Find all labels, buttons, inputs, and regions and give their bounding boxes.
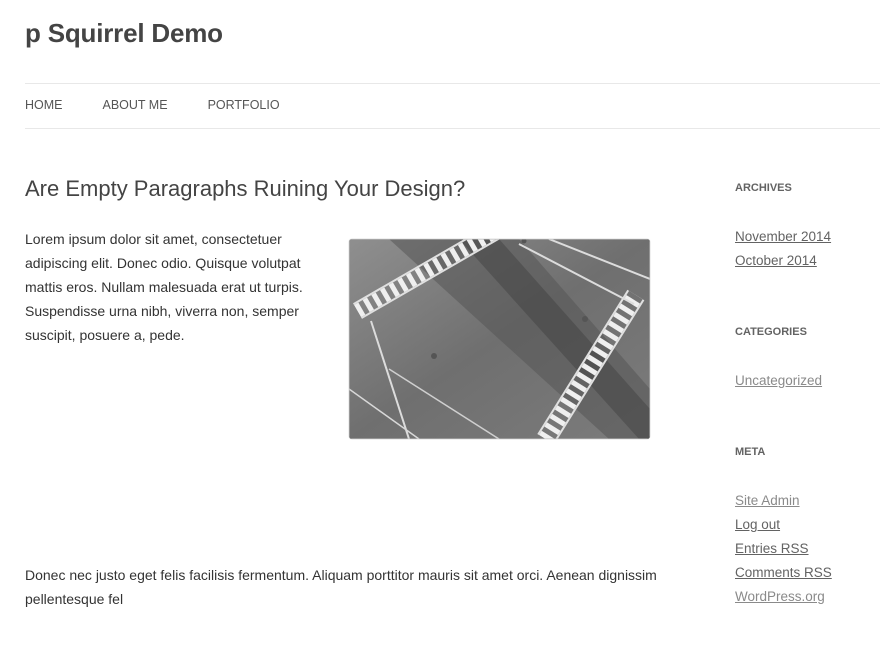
meta-list: Site Admin Log out Entries RSS Comments … bbox=[735, 489, 832, 609]
archive-link-november-2014[interactable]: November 2014 bbox=[735, 229, 831, 244]
archive-link-october-2014[interactable]: October 2014 bbox=[735, 253, 817, 268]
meta-item: Log out bbox=[735, 513, 832, 537]
meta-link-site-admin[interactable]: Site Admin bbox=[735, 493, 800, 508]
main-navigation: HOME ABOUT ME PORTFOLIO bbox=[25, 97, 320, 113]
site-title[interactable]: p Squirrel Demo bbox=[25, 18, 223, 49]
meta-link-comments-rss[interactable]: Comments RSS bbox=[735, 565, 832, 580]
post-paragraph-2: Donec nec justo eget felis facilisis fer… bbox=[25, 567, 657, 607]
meta-widget-title: META bbox=[735, 446, 766, 458]
categories-widget-title: CATEGORIES bbox=[735, 326, 807, 338]
post-paragraph-1: Lorem ipsum dolor sit amet, consectetuer… bbox=[25, 231, 303, 343]
nav-item-portfolio[interactable]: PORTFOLIO bbox=[208, 97, 280, 113]
archive-item: November 2014 bbox=[735, 225, 831, 249]
crosswalk-photo bbox=[349, 239, 650, 439]
crosswalk-photo-image bbox=[349, 239, 650, 439]
meta-link-wordpress-org[interactable]: WordPress.org bbox=[735, 589, 825, 604]
meta-item: Site Admin bbox=[735, 489, 832, 513]
meta-link-entries-rss[interactable]: Entries RSS bbox=[735, 541, 809, 556]
nav-item-home[interactable]: HOME bbox=[25, 97, 63, 113]
category-link-uncategorized[interactable]: Uncategorized bbox=[735, 373, 822, 388]
meta-item: WordPress.org bbox=[735, 585, 832, 609]
archive-item: October 2014 bbox=[735, 249, 831, 273]
meta-item: Comments RSS bbox=[735, 561, 832, 585]
post-title: Are Empty Paragraphs Ruining Your Design… bbox=[25, 176, 466, 201]
nav-item-about-me[interactable]: ABOUT ME bbox=[103, 97, 168, 113]
archives-list: November 2014 October 2014 bbox=[735, 225, 831, 273]
categories-list: Uncategorized bbox=[735, 369, 822, 393]
header-divider-top bbox=[25, 83, 880, 84]
archives-widget-title: ARCHIVES bbox=[735, 182, 792, 194]
meta-link-log-out[interactable]: Log out bbox=[735, 517, 780, 532]
category-item: Uncategorized bbox=[735, 369, 822, 393]
header-divider-bottom bbox=[25, 128, 880, 129]
meta-item: Entries RSS bbox=[735, 537, 832, 561]
